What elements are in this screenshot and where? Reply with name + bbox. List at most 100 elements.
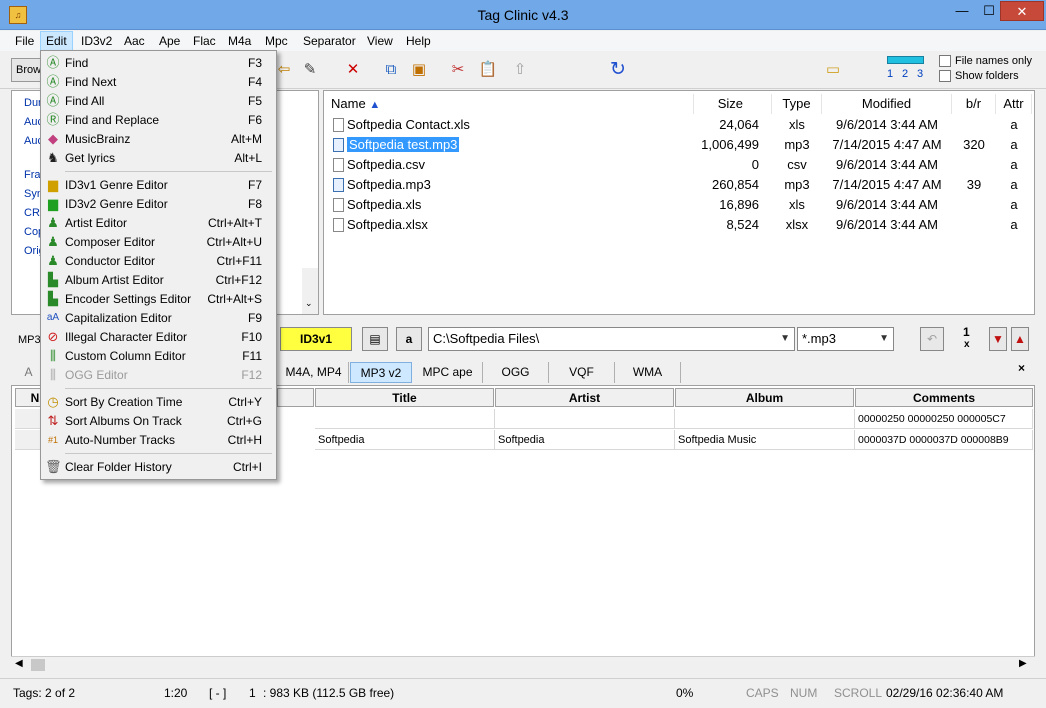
menu-composer-editor[interactable]: ♟ Composer Editor Ctrl+Alt+U — [41, 233, 276, 252]
minimize-button[interactable]: — — [948, 1, 976, 21]
menu-get-lyrics[interactable]: ♞ Get lyrics Alt+L — [41, 149, 276, 168]
arrow-up-icon[interactable]: ▲ — [1011, 327, 1029, 351]
menu-ape[interactable]: Ape — [154, 31, 185, 51]
col-size-header[interactable]: Size — [694, 94, 772, 114]
close-tabs-icon[interactable]: × — [1018, 361, 1025, 375]
menu-sort-creation-time[interactable]: ◷ Sort By Creation Time Ctrl+Y — [41, 393, 276, 412]
maximize-button[interactable]: ☐ — [976, 1, 1002, 21]
menu-separator[interactable]: Separator — [298, 31, 361, 51]
cell-title[interactable]: Softpedia — [315, 430, 495, 450]
col-title-header[interactable]: Title — [315, 388, 494, 407]
level-3[interactable]: 3 — [917, 68, 923, 80]
file-names-only-checkbox[interactable] — [939, 55, 951, 67]
window-title: Tag Clinic v4.3 — [477, 7, 569, 23]
col-type-header[interactable]: Type — [772, 94, 822, 114]
menu-capitalization-editor[interactable]: aA Capitalization Editor F9 — [41, 309, 276, 328]
list-view-icon[interactable]: ▤ — [362, 327, 388, 351]
tab-vqf[interactable]: VQF — [549, 362, 615, 383]
tree-scrollbar[interactable]: ⌄ — [302, 268, 318, 314]
file-row[interactable]: Softpedia.mp3 260,854 mp3 7/14/2015 4:47… — [331, 175, 1031, 195]
col-comments-header[interactable]: Comments — [855, 388, 1033, 407]
tab-mp3-v2[interactable]: MP3 v2 — [350, 362, 412, 383]
menu-conductor-editor[interactable]: ♟ Conductor Editor Ctrl+F11 — [41, 252, 276, 271]
delete-icon[interactable]: ✕ — [343, 60, 363, 80]
show-folders-checkbox[interactable] — [939, 70, 951, 82]
menu-find-all[interactable]: Ⓐ Find All F5 — [41, 92, 276, 111]
menu-flac[interactable]: Flac — [188, 31, 221, 51]
tab-ogg[interactable]: OGG — [483, 362, 549, 383]
menu-musicbrainz[interactable]: ◆ MusicBrainz Alt+M — [41, 130, 276, 149]
col-name-header[interactable]: Name ▲ — [331, 94, 694, 114]
audio-file-icon — [333, 138, 344, 152]
cut-icon[interactable]: ✂ — [448, 60, 468, 80]
level-2[interactable]: 2 — [902, 68, 908, 80]
menu-view[interactable]: View — [362, 31, 398, 51]
horizontal-scrollbar[interactable]: ◀ ▶ — [11, 656, 1035, 672]
id3v1-button[interactable]: ID3v1 — [280, 327, 352, 351]
menu-id3v2[interactable]: ID3v2 — [76, 31, 117, 51]
close-button[interactable]: ✕ — [1000, 1, 1044, 21]
menu-id3v1-genre[interactable]: ▆ ID3v1 Genre Editor F7 — [41, 176, 276, 195]
file-list[interactable]: Name ▲ Size Type Modified b/r Attr Softp… — [323, 90, 1035, 315]
menu-aac[interactable]: Aac — [119, 31, 150, 51]
menu-edit[interactable]: Edit — [40, 31, 73, 51]
arrow-down-icon[interactable]: ▼ — [989, 327, 1007, 351]
cell-comments[interactable]: 00000250 00000250 000005C7 — [855, 409, 1033, 429]
folder-up-icon[interactable]: ⇦ — [274, 60, 294, 80]
menu-file[interactable]: File — [10, 31, 39, 51]
case-button[interactable]: a — [396, 327, 422, 351]
cell-artist[interactable]: Softpedia — [495, 430, 675, 450]
tab-wma[interactable]: WMA — [615, 362, 681, 383]
menu-encoder-settings-editor[interactable]: ▙ Encoder Settings Editor Ctrl+Alt+S — [41, 290, 276, 309]
tab-mpc-ape[interactable]: MPC ape — [413, 362, 483, 383]
extension-filter-combo[interactable]: *.mp3 ▼ — [797, 327, 894, 351]
menu-sort-albums-on-track[interactable]: ⇅ Sort Albums On Track Ctrl+G — [41, 412, 276, 431]
menu-m4a[interactable]: M4a — [223, 31, 256, 51]
cell-album[interactable] — [675, 409, 855, 429]
menu-album-artist-editor[interactable]: ▙ Album Artist Editor Ctrl+F12 — [41, 271, 276, 290]
copy-tags-icon[interactable]: ⧉ — [381, 60, 401, 80]
tab-m4a-mp4[interactable]: M4A, MP4 — [279, 362, 349, 383]
file-icon — [333, 158, 344, 172]
file-row[interactable]: Softpedia Contact.xls 24,064 xls 9/6/201… — [331, 115, 1031, 135]
cell-title[interactable] — [315, 409, 495, 429]
col-bitrate-header[interactable]: b/r — [952, 94, 996, 114]
cell-artist[interactable] — [495, 409, 675, 429]
folder-path-combo[interactable]: C:\Softpedia Files\ ▼ — [428, 327, 795, 351]
menu-clear-folder-history[interactable]: 🗑 Clear Folder History Ctrl+I — [41, 458, 276, 477]
level-1[interactable]: 1 — [887, 68, 893, 80]
scroll-thumb[interactable] — [31, 659, 45, 671]
menu-illegal-character-editor[interactable]: ⊘ Illegal Character Editor F10 — [41, 328, 276, 347]
paste-tags-icon[interactable]: ▣ — [409, 60, 429, 80]
pen-icon[interactable]: ✎ — [300, 60, 320, 80]
cell-comments[interactable]: 0000037D 0000037D 000008B9 — [855, 430, 1033, 450]
chevron-down-icon[interactable]: ⌄ — [305, 298, 313, 309]
chevron-left-icon[interactable]: ◀ — [15, 658, 23, 669]
folder-icon[interactable]: ▭ — [823, 60, 843, 80]
menu-id3v2-genre[interactable]: ▆ ID3v2 Genre Editor F8 — [41, 195, 276, 214]
menu-help[interactable]: Help — [401, 31, 436, 51]
menu-find[interactable]: Ⓐ Find F3 — [41, 54, 276, 73]
clipboard-icon[interactable]: 📋 — [478, 60, 498, 80]
menu-find-replace[interactable]: Ⓡ Find and Replace F6 — [41, 111, 276, 130]
col-hidden-header[interactable] — [277, 388, 314, 407]
cell-album[interactable]: Softpedia Music — [675, 430, 855, 450]
chevron-right-icon[interactable]: ▶ — [1019, 658, 1027, 669]
file-row[interactable]: Softpedia test.mp3 1,006,499 mp3 7/14/20… — [331, 135, 1031, 155]
menu-custom-column-editor[interactable]: ⫼ Custom Column Editor F11 — [41, 347, 276, 366]
chevron-down-icon[interactable]: ▼ — [879, 328, 889, 350]
file-row[interactable]: Softpedia.xlsx 8,524 xlsx 9/6/2014 3:44 … — [331, 215, 1031, 235]
browse-button[interactable]: Brow — [11, 58, 41, 82]
col-album-header[interactable]: Album — [675, 388, 854, 407]
menu-artist-editor[interactable]: ♟ Artist Editor Ctrl+Alt+T — [41, 214, 276, 233]
refresh-icon[interactable]: ↻ — [608, 60, 628, 80]
menu-auto-number-tracks[interactable]: #1 Auto-Number Tracks Ctrl+H — [41, 431, 276, 450]
menu-mpc[interactable]: Mpc — [260, 31, 293, 51]
file-row[interactable]: Softpedia.csv 0 csv 9/6/2014 3:44 AM a — [331, 155, 1031, 175]
chevron-down-icon[interactable]: ▼ — [780, 328, 790, 350]
col-modified-header[interactable]: Modified — [822, 94, 952, 114]
menu-find-next[interactable]: Ⓐ Find Next F4 — [41, 73, 276, 92]
col-artist-header[interactable]: Artist — [495, 388, 674, 407]
col-attr-header[interactable]: Attr — [996, 94, 1032, 114]
file-row[interactable]: Softpedia.xls 16,896 xls 9/6/2014 3:44 A… — [331, 195, 1031, 215]
